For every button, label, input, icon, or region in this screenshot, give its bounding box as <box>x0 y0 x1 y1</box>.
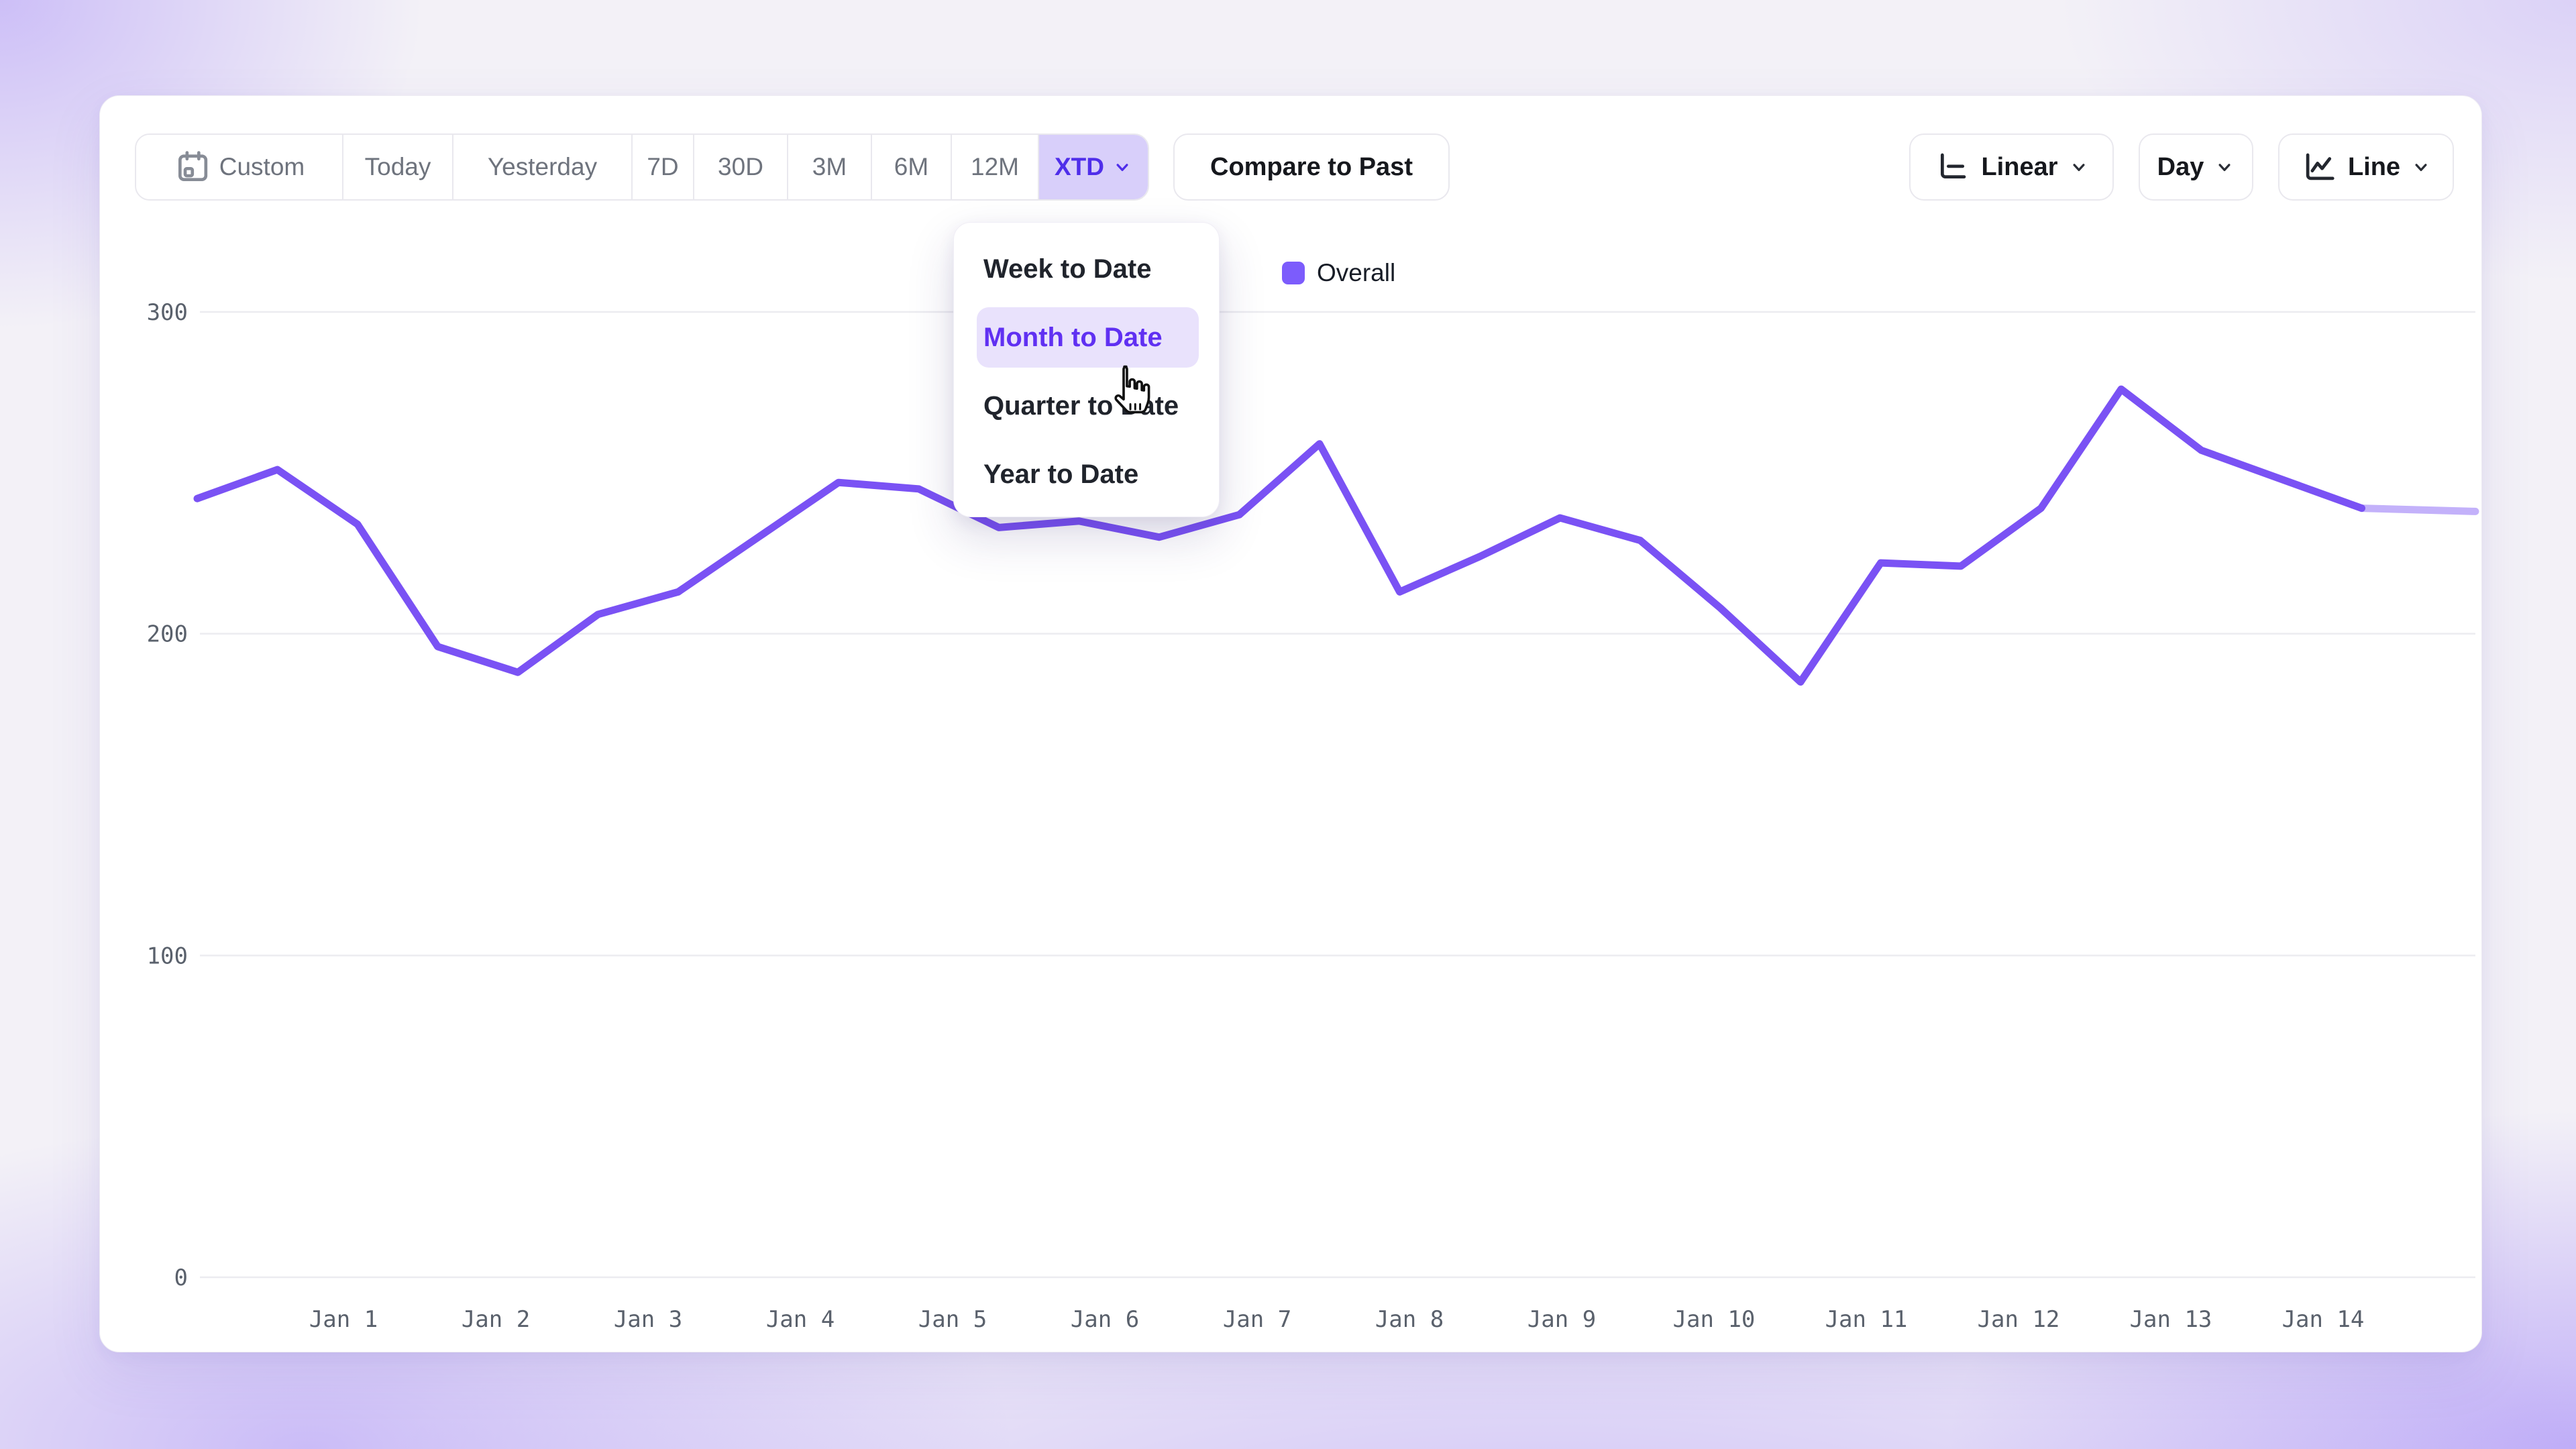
range-option-label: Yesterday <box>488 153 597 181</box>
hand-pointer-cursor-icon <box>1104 361 1157 419</box>
menu-item-month-to-date[interactable]: Month to Date <box>977 307 1199 368</box>
range-option-7d[interactable]: 7D <box>633 135 694 199</box>
compare-to-past-label: Compare to Past <box>1210 153 1413 182</box>
chevron-down-icon <box>1112 157 1132 177</box>
legend: Overall <box>1282 259 1395 287</box>
chevron-down-icon <box>2069 157 2089 177</box>
granularity-select[interactable]: Day <box>2139 133 2253 201</box>
scale-label: Linear <box>1981 153 2057 182</box>
chevron-down-icon <box>2411 157 2431 177</box>
range-option-xtd[interactable]: XTD <box>1039 135 1148 199</box>
chart-type-select[interactable]: Line <box>2278 133 2454 201</box>
range-option-6m[interactable]: 6M <box>872 135 952 199</box>
range-option-30d[interactable]: 30D <box>694 135 788 199</box>
menu-item-week-to-date[interactable]: Week to Date <box>954 235 1219 303</box>
range-option-yesterday[interactable]: Yesterday <box>453 135 633 199</box>
range-option-3m[interactable]: 3M <box>788 135 872 199</box>
range-option-label: Today <box>365 153 431 181</box>
page-background: { "toolbar": { "ranges": ["Custom", "Tod… <box>0 0 2576 1449</box>
menu-item-year-to-date[interactable]: Year to Date <box>954 440 1219 508</box>
compare-to-past-button[interactable]: Compare to Past <box>1173 133 1450 201</box>
range-option-12m[interactable]: 12M <box>952 135 1039 199</box>
range-option-label: 6M <box>894 153 928 181</box>
line-chart-icon <box>2301 149 2337 185</box>
chevron-down-icon <box>2214 157 2235 177</box>
granularity-label: Day <box>2157 153 2204 182</box>
range-option-label: 7D <box>647 153 678 181</box>
range-option-today[interactable]: Today <box>343 135 453 199</box>
date-range-group: Custom Today Yesterday 7D 30D 3M 6M 12M XTD <box>135 133 1149 201</box>
range-option-custom[interactable]: Custom <box>136 135 343 199</box>
range-dropdown-menu: Week to DateMonth to DateQuarter to Date… <box>953 222 1220 517</box>
legend-swatch-overall <box>1282 262 1305 284</box>
chart-type-label: Line <box>2348 153 2400 182</box>
calendar-icon <box>174 148 211 186</box>
linear-scale-icon <box>1934 149 1970 185</box>
scale-select[interactable]: Linear <box>1909 133 2114 201</box>
menu-item-quarter-to-date[interactable]: Quarter to Date <box>954 372 1219 440</box>
range-option-label: XTD <box>1055 153 1104 181</box>
range-option-label: 12M <box>971 153 1019 181</box>
range-option-label: Custom <box>219 153 305 181</box>
range-option-label: 3M <box>812 153 847 181</box>
legend-label-overall: Overall <box>1317 259 1395 287</box>
analytics-card: Custom Today Yesterday 7D 30D 3M 6M 12M XTD Comp… <box>99 95 2482 1352</box>
range-option-label: 30D <box>718 153 763 181</box>
